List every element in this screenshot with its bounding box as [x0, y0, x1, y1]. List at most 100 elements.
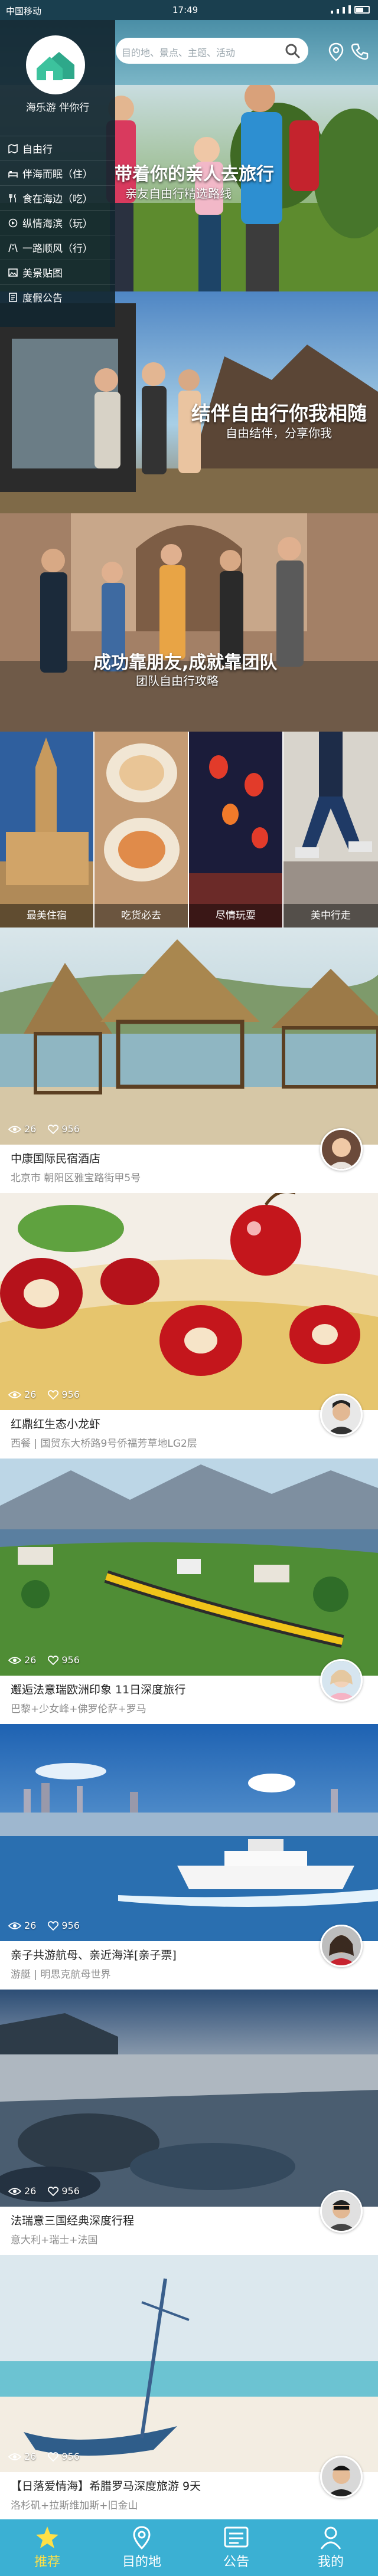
category-walk[interactable]: 美中行走 [284, 732, 378, 928]
road-icon [8, 243, 18, 252]
tab-profile[interactable]: 我的 [284, 2519, 378, 2576]
card-subtitle: 西餐 | 国贸东大桥路9号侨福芳草地LG2层 [11, 1438, 197, 1450]
notice-icon [9, 292, 17, 302]
like-count[interactable]: 956 [48, 2185, 80, 2197]
menu-item-play[interactable]: 纵情海滨（玩） [0, 210, 115, 235]
view-count-value: 26 [24, 1654, 37, 1666]
heart-icon [48, 1920, 59, 1931]
eye-icon [8, 2187, 21, 2195]
tab-destination[interactable]: 目的地 [94, 2519, 189, 2576]
like-count-value: 956 [61, 2451, 80, 2462]
card-subtitle: 巴黎+少女峰+佛罗伦萨+罗马 [11, 1703, 146, 1715]
menu-item-label: 纵情海滨（玩） [22, 218, 93, 230]
menu-item-eat[interactable]: 食在海边（吃） [0, 185, 115, 210]
view-count-value: 26 [24, 1389, 37, 1400]
category-stay[interactable]: 最美住宿 [0, 732, 93, 928]
avatar[interactable] [320, 2190, 363, 2233]
card-photo [0, 2255, 378, 2472]
like-count[interactable]: 956 [48, 1123, 80, 1135]
bottom-tab-bar: 推荐 目的地 公告 我的 [0, 2519, 378, 2576]
hiker-photo [284, 732, 378, 928]
heart-icon [48, 2186, 59, 2196]
view-count: 26 [8, 1654, 36, 1666]
like-count[interactable]: 956 [48, 1389, 80, 1400]
food-icon [9, 194, 16, 202]
like-count[interactable]: 956 [48, 1654, 80, 1666]
card-stats: 26 956 [8, 1920, 80, 1931]
user-icon [320, 2526, 341, 2549]
menu-item-label: 食在海边（吃） [22, 194, 93, 205]
feed-card[interactable]: 26 956 红鼎红生态小龙虾 西餐 | 国贸东大桥路9号侨福芳草地LG2层 [0, 1193, 378, 1459]
card-stats: 26 956 [8, 1123, 80, 1135]
map-icon [8, 143, 18, 153]
category-label: 最美住宿 [0, 904, 93, 928]
like-count-value: 956 [61, 2185, 80, 2197]
feed-card[interactable]: 26 956 亲子共游航母、亲近海洋[亲子票] 游艇 | 明思克航母世界 [0, 1724, 378, 1990]
feed-card[interactable]: 26 956 法瑞意三国经典深度行程 意大利+瑞士+法国 [0, 1990, 378, 2255]
feed-card[interactable]: 26 956 邂逅法意瑞欧洲印象 11日深度旅行 巴黎+少女峰+佛罗伦萨+罗马 [0, 1459, 378, 1724]
phone-icon[interactable] [351, 42, 369, 60]
house-logo-icon [37, 52, 74, 80]
food-photo [94, 732, 188, 928]
category-play[interactable]: 尽情玩耍 [189, 732, 282, 928]
banner-subline: 团队自由行攻略 [136, 674, 219, 688]
view-count-value: 26 [24, 1920, 37, 1931]
signal-icon [331, 11, 333, 14]
search-icon[interactable] [285, 43, 300, 58]
avatar[interactable] [320, 1925, 363, 1967]
view-count-value: 26 [24, 2451, 37, 2462]
star-icon [36, 2526, 58, 2548]
tab-label: 公告 [223, 2555, 249, 2570]
image-icon [8, 268, 18, 277]
feed-card[interactable]: 26 956 中康国际民宿酒店 北京市 朝阳区雅宝路街甲5号 [0, 928, 378, 1193]
card-title: 邂逅法意瑞欧洲印象 11日深度旅行 [11, 1683, 186, 1696]
menu-item-stay[interactable]: 伴海而眠（住） [0, 160, 115, 185]
avatar[interactable] [320, 1128, 363, 1171]
location-pin-icon [133, 2526, 151, 2550]
card-title: 亲子共游航母、亲近海洋[亲子票] [11, 1949, 177, 1962]
category-label: 吃货必去 [94, 904, 188, 928]
view-count: 26 [8, 1389, 36, 1400]
view-count: 26 [8, 1123, 36, 1135]
battery-icon [354, 6, 370, 14]
hero-banner-team[interactable]: 成功靠朋友,成就靠团队 团队自由行攻略 [0, 513, 378, 732]
menu-item-label: 一路顺风（行） [22, 243, 93, 255]
eye-icon [8, 2453, 21, 2460]
eye-icon [8, 1656, 21, 1664]
like-count-value: 956 [61, 1389, 80, 1400]
view-count: 26 [8, 2451, 36, 2462]
card-stats: 26 956 [8, 2185, 80, 2197]
menu-item-free-travel[interactable]: 自由行 [0, 136, 115, 160]
card-title: 红鼎红生态小龙虾 [11, 1418, 101, 1431]
location-pin-icon[interactable] [328, 42, 344, 61]
avatar[interactable] [320, 1659, 363, 1702]
banner-headline: 成功靠朋友,成就靠团队 [93, 653, 278, 673]
menu-item-label: 伴海而眠（住） [22, 169, 93, 181]
heart-icon [48, 1389, 59, 1400]
feed-card[interactable]: 26 956 【日落爱情海】希腊罗马深度旅游 9天 洛杉矶+拉斯维加斯+旧金山 [0, 2255, 378, 2519]
search-input[interactable]: 目的地、景点、主题、活动 [116, 38, 308, 64]
avatar[interactable] [320, 1394, 363, 1436]
category-eat[interactable]: 吃货必去 [94, 732, 188, 928]
menu-item-travel[interactable]: 一路顺风（行） [0, 235, 115, 260]
like-count[interactable]: 956 [48, 1920, 80, 1931]
clock: 17:49 [172, 5, 198, 15]
heart-icon [48, 2452, 59, 2462]
avatar[interactable] [320, 2456, 363, 2498]
like-count-value: 956 [61, 1920, 80, 1931]
card-subtitle: 北京市 朝阳区雅宝路街甲5号 [11, 1172, 141, 1184]
view-count-value: 26 [24, 2185, 37, 2197]
card-stats: 26 956 [8, 1389, 80, 1400]
tab-recommend[interactable]: 推荐 [0, 2519, 94, 2576]
side-menu: 海乐游 伴你行 自由行 伴海而眠（住） 食在海边（吃） 纵情海滨（玩） 一路顺风… [0, 20, 115, 327]
category-label: 美中行走 [284, 904, 378, 928]
card-title: 法瑞意三国经典深度行程 [11, 2214, 135, 2227]
search-placeholder: 目的地、景点、主题、活动 [122, 47, 236, 58]
like-count[interactable]: 956 [48, 2451, 80, 2462]
tab-notice[interactable]: 公告 [189, 2519, 284, 2576]
menu-item-notice[interactable]: 度假公告 [0, 284, 115, 309]
card-stats: 26 956 [8, 2451, 80, 2462]
status-icons [331, 5, 370, 14]
tab-label: 我的 [317, 2555, 344, 2570]
menu-item-gallery[interactable]: 美景贴图 [0, 260, 115, 284]
